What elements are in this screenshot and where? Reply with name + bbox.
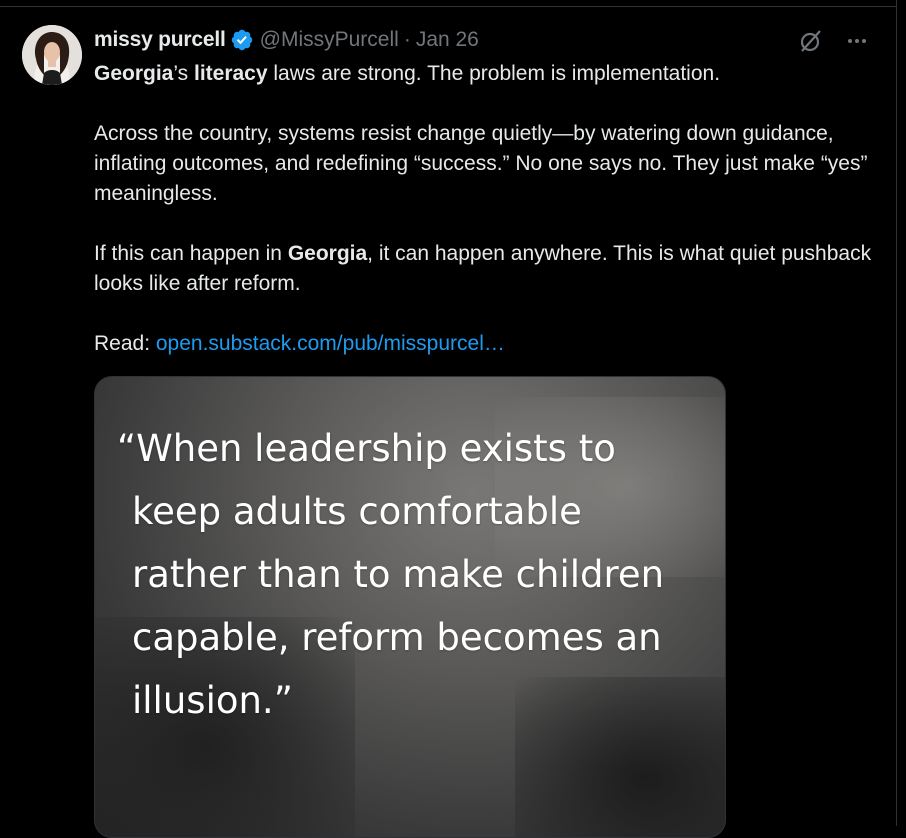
text-span: ’s <box>173 62 194 85</box>
quote-line: keep adults comfortable <box>132 490 582 533</box>
more-dots-icon[interactable] <box>842 26 872 56</box>
paragraph-2: Across the country, systems resist chang… <box>94 122 868 205</box>
author-display-name[interactable]: missy purcell <box>94 28 226 52</box>
verified-badge-icon[interactable] <box>230 28 254 52</box>
quote-line: rather than to make children <box>132 553 665 596</box>
quote-line: capable, reform becomes an <box>132 616 662 659</box>
author-handle[interactable]: @MissyPurcell <box>260 28 399 52</box>
read-label: Read: <box>94 332 156 355</box>
quote-line: illusion.” <box>132 679 293 722</box>
post[interactable]: missy purcell @MissyPurcell · Jan 26 Geo… <box>0 7 896 838</box>
image-quote-text: “When leadership exists to keep adults c… <box>117 417 707 732</box>
post-actions <box>796 26 872 56</box>
hashtag-georgia: Georgia <box>94 62 174 85</box>
paragraph-3: If this can happen in Georgia, it can ha… <box>94 239 874 299</box>
text-span: laws are strong. The problem is implemen… <box>267 62 721 85</box>
paragraph-1: Georgia’s literacy laws are strong. The … <box>94 59 874 89</box>
avatar-photo <box>22 25 82 85</box>
post-image[interactable]: “When leadership exists to keep adults c… <box>94 376 726 838</box>
quote-line: “When leadership exists to <box>117 427 616 470</box>
separator-dot: · <box>403 28 411 51</box>
hashtag-literacy: literacy <box>193 62 268 85</box>
text-span: If this can happen in <box>94 242 288 265</box>
hashtag-georgia-2: Georgia <box>287 242 368 265</box>
post-date[interactable]: Jan 26 <box>416 28 479 52</box>
substack-link[interactable]: open.substack.com/pub/misspurcel… <box>156 332 505 355</box>
avatar[interactable] <box>22 25 82 85</box>
post-text: Georgia’s literacy laws are strong. The … <box>94 59 874 359</box>
paragraph-4: Read: open.substack.com/pub/misspurcel… <box>94 329 874 359</box>
grok-slash-circle-icon[interactable] <box>796 26 826 56</box>
post-header: missy purcell @MissyPurcell · Jan 26 <box>94 26 479 54</box>
timeline-column: missy purcell @MissyPurcell · Jan 26 Geo… <box>0 0 897 838</box>
